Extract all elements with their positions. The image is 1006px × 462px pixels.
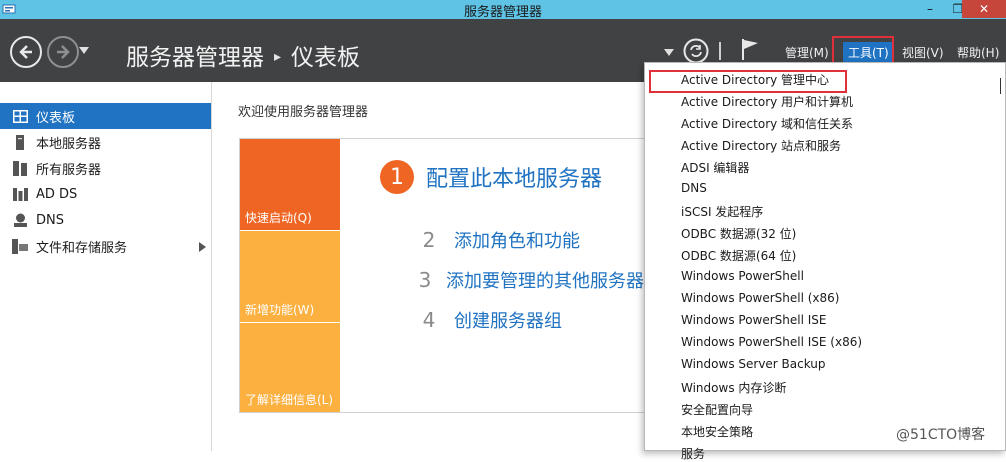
- breadcrumb-root[interactable]: 服务器管理器: [126, 45, 264, 71]
- sidebar: 仪表板 本地服务器 所有服务器 AD DS DNS 文件和存储服务: [0, 82, 212, 451]
- sidebar-item-ad-ds[interactable]: AD DS: [0, 181, 211, 207]
- servers-icon: [12, 160, 28, 176]
- menu-item-iscsi-initiator[interactable]: iSCSI 发起程序: [681, 203, 763, 220]
- sidebar-item-all-servers[interactable]: 所有服务器: [0, 155, 211, 181]
- step-configure-local-server[interactable]: 1 配置此本地服务器: [380, 160, 602, 194]
- forward-arrow-icon: [57, 45, 70, 59]
- sidebar-item-label: 本地服务器: [36, 136, 102, 152]
- step-number: 2: [422, 228, 436, 252]
- file-storage-icon: [12, 238, 28, 254]
- step-label[interactable]: 添加要管理的其他服务器: [446, 267, 644, 293]
- menu-item-ad-domains-trusts[interactable]: Active Directory 域和信任关系: [681, 115, 853, 132]
- ad-ds-icon: [12, 186, 28, 202]
- back-button[interactable]: [10, 36, 42, 68]
- step-label[interactable]: 添加角色和功能: [454, 227, 580, 253]
- window-title: 服务器管理器: [463, 5, 542, 20]
- quick-start-panel: 快速启动(Q) 新增功能(W) 了解详细信息(L) 1 配置此本地服务器 2 添…: [239, 138, 649, 413]
- menu-item-local-security-policy[interactable]: 本地安全策略: [681, 423, 753, 440]
- menu-item-adsi-edit[interactable]: ADSI 编辑器: [681, 159, 749, 176]
- sidebar-item-dns[interactable]: DNS: [0, 207, 211, 233]
- sidebar-item-dashboard[interactable]: 仪表板: [0, 103, 211, 129]
- menu-item-odbc-64[interactable]: ODBC 数据源(64 位): [681, 247, 796, 264]
- expand-arrow-icon[interactable]: [199, 241, 206, 256]
- sidebar-item-label: DNS: [36, 212, 64, 228]
- header-dropdown-icon[interactable]: [664, 46, 674, 61]
- step-number: 4: [422, 308, 436, 332]
- sidebar-item-label: 文件和存储服务: [36, 240, 128, 256]
- title-bar: 服务器管理器 – ❐ ✕: [0, 0, 1006, 20]
- step-add-servers[interactable]: 3 添加要管理的其他服务器: [414, 265, 644, 295]
- tile-label: 新增功能(W): [245, 303, 315, 317]
- tools-dropdown-menu: Active Directory 管理中心 Active Directory 用…: [644, 62, 1006, 461]
- header-divider: [719, 42, 721, 60]
- sidebar-item-file-storage[interactable]: 文件和存储服务: [0, 233, 211, 259]
- menu-item-odbc-32[interactable]: ODBC 数据源(32 位): [681, 225, 796, 242]
- forward-button[interactable]: [47, 36, 79, 68]
- sidebar-item-label: 所有服务器: [36, 162, 102, 178]
- text-cursor: [1000, 78, 1001, 94]
- breadcrumb-separator: ▸: [274, 49, 282, 65]
- menu-item-security-config-wizard[interactable]: 安全配置向导: [681, 401, 753, 418]
- history-dropdown-icon[interactable]: [79, 44, 89, 59]
- menu-item-dns[interactable]: DNS: [681, 181, 707, 195]
- tile-quick-start[interactable]: 快速启动(Q): [240, 139, 340, 230]
- dns-icon: [12, 212, 28, 228]
- refresh-icon: [683, 38, 709, 64]
- sidebar-item-label: AD DS: [36, 186, 78, 202]
- menu-item-memory-diagnostic[interactable]: Windows 内存诊断: [681, 379, 786, 396]
- step-number: 1: [380, 160, 414, 194]
- menu-item-powershell-ise-x86[interactable]: Windows PowerShell ISE (x86): [681, 335, 862, 349]
- dashboard-icon: [12, 108, 28, 124]
- menu-item-services[interactable]: 服务: [681, 445, 705, 462]
- step-label[interactable]: 配置此本地服务器: [426, 161, 602, 193]
- step-create-server-group[interactable]: 4 创建服务器组: [414, 305, 562, 335]
- tools-menu-highlight-box: [832, 36, 894, 64]
- menu-item-server-backup[interactable]: Windows Server Backup: [681, 357, 826, 371]
- menu-item-ad-sites-services[interactable]: Active Directory 站点和服务: [681, 137, 841, 154]
- watermark: @51CTO博客: [896, 427, 986, 443]
- tile-learn-more[interactable]: 了解详细信息(L): [240, 323, 340, 412]
- tile-whats-new[interactable]: 新增功能(W): [240, 231, 340, 322]
- sidebar-item-label: 仪表板: [36, 110, 76, 126]
- menu-item-powershell[interactable]: Windows PowerShell: [681, 269, 804, 283]
- server-icon: [12, 134, 28, 150]
- menu-view[interactable]: 视图(V): [902, 44, 944, 61]
- menu-manage[interactable]: 管理(M): [785, 44, 829, 61]
- minimize-button[interactable]: –: [916, 0, 944, 18]
- tile-label: 了解详细信息(L): [245, 393, 334, 407]
- menu-item-ad-users-computers[interactable]: Active Directory 用户和计算机: [681, 93, 853, 110]
- step-add-roles[interactable]: 2 添加角色和功能: [414, 225, 580, 255]
- menu-item-powershell-x86[interactable]: Windows PowerShell (x86): [681, 291, 839, 305]
- step-label[interactable]: 创建服务器组: [454, 307, 562, 333]
- breadcrumb: 服务器管理器 ▸ 仪表板: [126, 38, 360, 72]
- welcome-title: 欢迎使用服务器管理器: [238, 105, 369, 120]
- ad-admin-center-highlight-box: [649, 70, 847, 93]
- notifications-flag-icon[interactable]: [740, 37, 760, 65]
- close-button[interactable]: ✕: [962, 0, 1006, 18]
- tile-label: 快速启动(Q): [245, 211, 312, 225]
- menu-item-powershell-ise[interactable]: Windows PowerShell ISE: [681, 313, 827, 327]
- back-arrow-icon: [19, 45, 32, 59]
- step-number: 3: [418, 268, 432, 292]
- sidebar-item-local-server[interactable]: 本地服务器: [0, 129, 211, 155]
- breadcrumb-current: 仪表板: [291, 45, 361, 71]
- menu-help[interactable]: 帮助(H): [957, 44, 999, 61]
